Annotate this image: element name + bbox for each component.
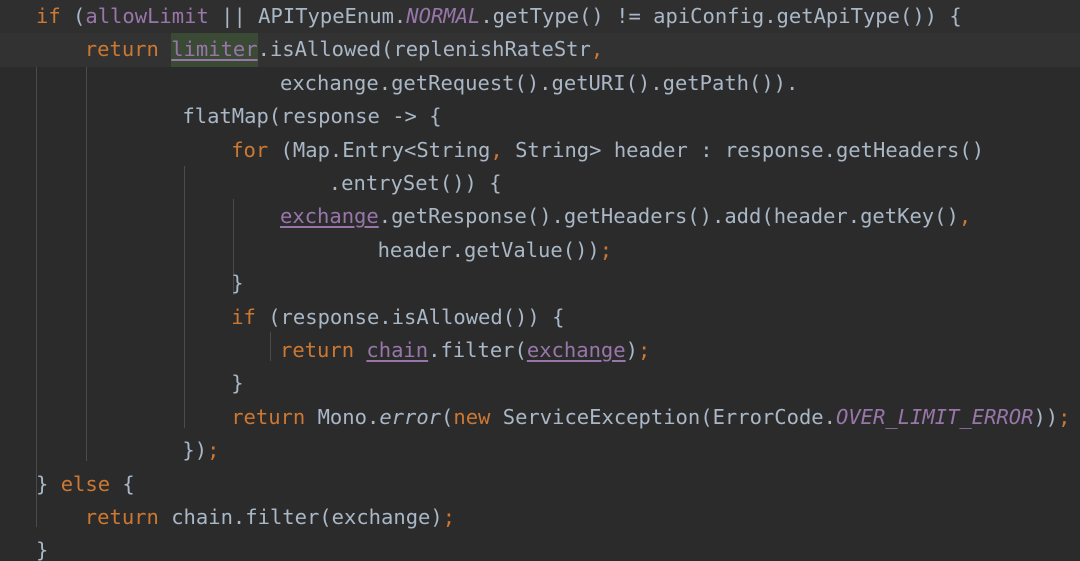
- code-token: error: [379, 404, 442, 429]
- code-line[interactable]: exchange.getResponse().getHeaders().add(…: [0, 200, 1080, 233]
- code-token: ServiceException(ErrorCode.: [490, 404, 836, 429]
- code-token: if: [36, 4, 61, 28]
- code-token: OVER_LIMIT_ERROR: [835, 404, 1034, 429]
- code-line[interactable]: for (Map.Entry<String, String> header : …: [0, 134, 1080, 167]
- code-editor[interactable]: if (allowLimit || APITypeEnum.NORMAL.get…: [0, 0, 1080, 561]
- code-line[interactable]: exchange.getRequest().getURI().getPath()…: [0, 67, 1080, 100]
- code-token: return: [280, 338, 355, 362]
- code-token: exchange.getRequest().getURI().getPath()…: [280, 70, 799, 95]
- code-token: .entrySet()) {: [328, 171, 502, 195]
- code-token: (Map.Entry<String: [268, 137, 491, 162]
- code-token: else: [60, 471, 111, 496]
- code-token: NORMAL: [406, 4, 481, 28]
- code-line[interactable]: }: [0, 534, 1080, 561]
- code-token: ,: [590, 37, 604, 62]
- code-token: ;: [599, 237, 613, 262]
- code-line[interactable]: });: [0, 434, 1080, 467]
- code-line[interactable]: }: [0, 367, 1080, 400]
- code-token: {: [110, 471, 135, 496]
- code-token: .getResponse().getHeaders().add(header.g…: [378, 204, 959, 229]
- code-token: exchange: [526, 338, 626, 362]
- code-token: .isAllowed(replenishRateStr: [257, 37, 591, 62]
- code-token: String> header : response.getHeaders(): [502, 137, 985, 162]
- code-line[interactable]: if (response.isAllowed()) {: [0, 301, 1080, 334]
- code-line[interactable]: if (allowLimit || APITypeEnum.NORMAL.get…: [0, 0, 1080, 34]
- code-token: limiter: [171, 33, 258, 67]
- code-line[interactable]: } else {: [0, 468, 1080, 501]
- code-token: return: [84, 505, 159, 529]
- code-token: chain: [366, 338, 429, 362]
- code-token: .filter(: [428, 338, 527, 362]
- code-token: ;: [207, 438, 220, 463]
- code-token: )): [1033, 404, 1059, 429]
- code-token: }: [36, 538, 49, 561]
- code-token: }): [182, 438, 208, 463]
- code-token: header.getValue()): [377, 237, 600, 262]
- code-line[interactable]: return chain.filter(exchange);: [0, 501, 1080, 534]
- code-line[interactable]: return limiter.isAllowed(replenishRateSt…: [0, 33, 1080, 67]
- code-token: flatMap(response -> {: [182, 104, 442, 129]
- code-token: return: [231, 404, 306, 429]
- code-token: ,: [958, 204, 972, 229]
- code-token: chain.filter(exchange): [158, 505, 443, 529]
- code-token: allowLimit: [85, 4, 209, 28]
- code-line[interactable]: header.getValue());: [0, 234, 1080, 267]
- code-token: }: [36, 471, 61, 496]
- code-line[interactable]: return chain.filter(exchange);: [0, 334, 1080, 367]
- code-token: || APITypeEnum.: [208, 4, 407, 28]
- code-token: (: [441, 404, 454, 429]
- code-token: ;: [442, 505, 456, 529]
- code-line[interactable]: }: [0, 267, 1080, 300]
- code-token: }: [231, 271, 244, 296]
- code-line[interactable]: .entrySet()) {: [0, 167, 1080, 200]
- code-token: ): [625, 338, 638, 362]
- code-token: if: [231, 304, 256, 329]
- code-line[interactable]: flatMap(response -> {: [0, 100, 1080, 133]
- code-token: ,: [490, 137, 503, 162]
- code-token: ;: [1058, 404, 1071, 429]
- code-token: }: [231, 371, 244, 396]
- code-token: (: [60, 4, 86, 28]
- code-token: .getType() != apiConfig.getApiType()) {: [480, 4, 962, 28]
- code-token: new: [453, 404, 491, 429]
- code-token: return: [84, 37, 159, 62]
- code-line[interactable]: return Mono.error(new ServiceException(E…: [0, 401, 1080, 434]
- code-token: exchange: [280, 204, 379, 229]
- code-token: for: [231, 137, 269, 162]
- code-token: (response.isAllowed()) {: [255, 304, 565, 329]
- code-token: Mono.: [305, 404, 380, 429]
- code-token: ;: [637, 338, 651, 362]
